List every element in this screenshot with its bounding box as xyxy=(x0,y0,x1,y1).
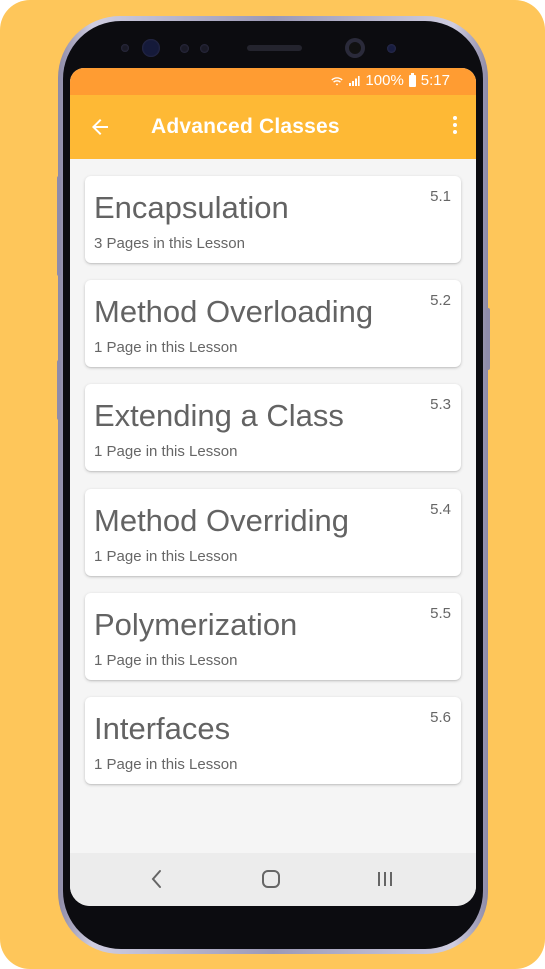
lesson-title: Interfaces xyxy=(94,711,231,746)
lesson-title: Method Overriding xyxy=(94,503,350,538)
lesson-title: Polymerization xyxy=(94,607,298,642)
lesson-card[interactable]: Method Overriding 1 Page in this Lesson … xyxy=(85,489,461,576)
proximity-sensor xyxy=(180,44,189,53)
earpiece-speaker xyxy=(247,45,302,51)
home-rounded-square-icon[interactable] xyxy=(259,867,283,891)
signal-icon xyxy=(349,75,361,86)
arrow-left-icon[interactable] xyxy=(88,115,112,139)
lesson-number: 5.3 xyxy=(430,396,451,413)
lesson-card[interactable]: Method Overloading 1 Page in this Lesson… xyxy=(85,280,461,367)
navigation-bar xyxy=(70,853,476,906)
lesson-card[interactable]: Encapsulation 3 Pages in this Lesson 5.1 xyxy=(85,176,461,263)
iris-camera xyxy=(387,44,396,53)
battery-percent: 100% xyxy=(365,72,404,89)
lesson-page-count: 1 Page in this Lesson xyxy=(94,548,238,565)
clock-time: 5:17 xyxy=(420,72,450,89)
lesson-page-count: 1 Page in this Lesson xyxy=(94,652,238,669)
power-button xyxy=(486,308,490,370)
lesson-title: Extending a Class xyxy=(94,398,344,433)
bixby-button xyxy=(57,176,61,276)
app-bar: Advanced Classes xyxy=(70,95,476,159)
lesson-card[interactable]: Interfaces 1 Page in this Lesson 5.6 xyxy=(85,697,461,784)
chevron-left-icon[interactable] xyxy=(145,867,169,891)
sensor-dot xyxy=(121,44,129,52)
lesson-page-count: 1 Page in this Lesson xyxy=(94,756,238,773)
iris-sensor xyxy=(142,39,160,57)
status-indicators: 100% 5:17 xyxy=(331,72,450,89)
wifi-icon xyxy=(331,76,344,85)
front-camera xyxy=(345,38,365,58)
lesson-page-count: 3 Pages in this Lesson xyxy=(94,235,245,252)
lesson-page-count: 1 Page in this Lesson xyxy=(94,443,238,460)
lesson-number: 5.1 xyxy=(430,188,451,205)
light-sensor xyxy=(200,44,209,53)
lesson-card[interactable]: Polymerization 1 Page in this Lesson 5.5 xyxy=(85,593,461,680)
recents-bars-icon[interactable] xyxy=(373,867,397,891)
lesson-number: 5.5 xyxy=(430,605,451,622)
lesson-number: 5.6 xyxy=(430,709,451,726)
volume-button xyxy=(57,360,61,420)
lesson-page-count: 1 Page in this Lesson xyxy=(94,339,238,356)
lesson-number: 5.2 xyxy=(430,292,451,309)
lesson-title: Encapsulation xyxy=(94,190,289,225)
phone-screen: 100% 5:17 Advanced Classes Encapsulation… xyxy=(70,68,476,906)
lesson-card[interactable]: Extending a Class 1 Page in this Lesson … xyxy=(85,384,461,471)
battery-icon xyxy=(408,72,416,87)
lesson-title: Method Overloading xyxy=(94,294,374,329)
lesson-number: 5.4 xyxy=(430,501,451,518)
page-title: Advanced Classes xyxy=(151,115,340,138)
status-bar: 100% 5:17 xyxy=(70,68,476,95)
more-vert-icon[interactable] xyxy=(448,113,462,141)
